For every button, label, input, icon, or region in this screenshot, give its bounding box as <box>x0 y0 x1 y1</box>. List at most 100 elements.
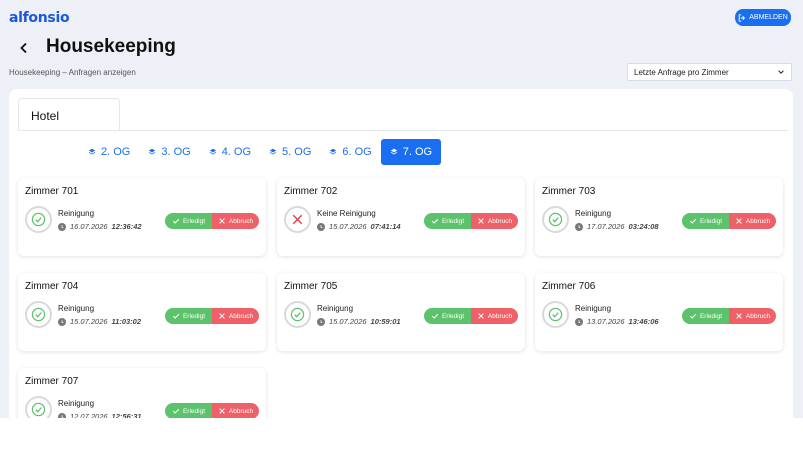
task-label: Reinigung <box>317 304 354 313</box>
task-label: Keine Reinigung <box>317 209 376 218</box>
request-filter-value: Letzte Anfrage pro Zimmer <box>634 67 729 77</box>
cancel-button[interactable]: Abbruch <box>471 213 518 229</box>
request-date: 15.07.2026 <box>329 317 367 326</box>
action-buttons: Erledigt Abbruch <box>682 308 776 324</box>
layers-icon <box>88 148 96 155</box>
task-label: Reinigung <box>58 399 95 408</box>
cancel-label: Abbruch <box>228 312 254 320</box>
back-button[interactable] <box>16 39 32 57</box>
request-time: 11:03:02 <box>111 317 142 326</box>
cancel-label: Abbruch <box>487 217 513 225</box>
floor-label: 7. OG <box>402 146 433 158</box>
clock-icon <box>58 222 66 231</box>
clock-icon <box>58 412 66 418</box>
check-icon <box>31 212 46 227</box>
done-button[interactable]: Erledigt <box>682 213 729 229</box>
room-card: Zimmer 704 Reinigung 15.07.2026 11:03:02… <box>18 273 266 351</box>
clock-icon <box>317 317 325 326</box>
close-icon <box>478 218 484 224</box>
done-button[interactable]: Erledigt <box>165 213 212 229</box>
layers-icon <box>390 148 397 155</box>
request-filter-select[interactable]: Letzte Anfrage pro Zimmer <box>627 63 792 81</box>
done-label: Erledigt <box>182 312 206 320</box>
status-indicator <box>542 206 569 233</box>
close-icon <box>736 218 742 224</box>
check-icon <box>431 218 439 224</box>
tab-floor-2[interactable]: 2. OG <box>79 139 139 165</box>
cancel-button[interactable]: Abbruch <box>212 213 259 229</box>
tab-floor-6[interactable]: 6. OG <box>320 139 380 165</box>
request-date: 17.07.2026 <box>587 222 625 231</box>
check-icon <box>172 408 180 414</box>
clock-icon <box>575 317 583 326</box>
timestamp: 12.07.2026 12:56:31 <box>58 412 142 418</box>
room-card: Zimmer 705 Reinigung 15.07.2026 10:59:01… <box>277 273 525 351</box>
layers-icon <box>330 148 337 155</box>
action-buttons: Erledigt Abbruch <box>424 308 518 324</box>
layers-icon <box>149 148 156 155</box>
cancel-button[interactable]: Abbruch <box>729 213 776 229</box>
room-name: Zimmer 704 <box>25 281 79 292</box>
close-icon <box>219 313 225 319</box>
request-time: 10:59:01 <box>370 317 401 326</box>
cancel-label: Abbruch <box>487 312 513 320</box>
close-icon <box>478 313 484 319</box>
tab-floor-3[interactable]: 3. OG <box>139 139 199 165</box>
floor-label: 2. OG <box>101 146 131 158</box>
done-label: Erledigt <box>441 312 465 320</box>
room-card: Zimmer 701 Reinigung 16.07.2026 12:36:42… <box>18 178 266 256</box>
cancel-button[interactable]: Abbruch <box>212 308 259 324</box>
cancel-button[interactable]: Abbruch <box>729 308 776 324</box>
done-button[interactable]: Erledigt <box>165 308 212 324</box>
floor-label: 6. OG <box>342 146 372 158</box>
tab-hotel[interactable]: Hotel <box>18 98 120 131</box>
tab-floor-7[interactable]: 7. OG <box>380 139 442 165</box>
tab-divider <box>18 130 788 131</box>
close-icon <box>219 408 225 414</box>
done-button[interactable]: Erledigt <box>165 403 212 418</box>
check-icon <box>548 307 563 322</box>
done-button[interactable]: Erledigt <box>682 308 729 324</box>
close-icon <box>219 218 225 224</box>
alfonsio-logo[interactable]: alfonsio <box>9 10 70 26</box>
cancel-label: Abbruch <box>228 217 254 225</box>
done-label: Erledigt <box>182 217 206 225</box>
check-icon <box>31 307 46 322</box>
done-label: Erledigt <box>699 312 723 320</box>
chevron-left-icon <box>20 42 27 54</box>
request-time: 12:56:31 <box>111 412 142 418</box>
logout-icon <box>738 13 746 22</box>
action-buttons: Erledigt Abbruch <box>682 213 776 229</box>
task-label: Reinigung <box>575 209 612 218</box>
cancel-button[interactable]: Abbruch <box>471 308 518 324</box>
request-time: 07:41:14 <box>370 222 401 231</box>
timestamp: 17.07.2026 03:24:08 <box>575 222 659 231</box>
done-button[interactable]: Erledigt <box>424 213 471 229</box>
timestamp: 15.07.2026 07:41:14 <box>317 222 401 231</box>
cancel-button[interactable]: Abbruch <box>212 403 259 418</box>
floor-label: 4. OG <box>221 146 252 158</box>
task-label: Reinigung <box>575 304 612 313</box>
action-buttons: Erledigt Abbruch <box>165 213 259 229</box>
tab-floor-5[interactable]: 5. OG <box>260 139 320 165</box>
cancel-label: Abbruch <box>745 312 771 320</box>
status-indicator <box>542 301 569 328</box>
logout-button[interactable]: ABMELDEN <box>735 9 791 26</box>
room-card: Zimmer 703 Reinigung 17.07.2026 03:24:08… <box>535 178 783 256</box>
done-button[interactable]: Erledigt <box>424 308 471 324</box>
content-panel: Hotel 2. OG 3. OG 4. OG 5. OG 6. OG 7. OG Zim… <box>9 89 793 418</box>
breadcrumb: Housekeeping – Anfragen anzeigen <box>9 68 136 77</box>
status-indicator <box>284 206 311 233</box>
room-name: Zimmer 706 <box>542 281 596 292</box>
request-date: 15.07.2026 <box>329 222 367 231</box>
room-name: Zimmer 701 <box>25 186 79 197</box>
request-date: 12.07.2026 <box>70 412 108 418</box>
layers-icon <box>209 148 216 155</box>
floor-tabs: 2. OG 3. OG 4. OG 5. OG 6. OG 7. OG <box>79 139 442 165</box>
cancel-label: Abbruch <box>745 217 771 225</box>
request-date: 15.07.2026 <box>70 317 108 326</box>
check-icon <box>31 402 46 417</box>
check-icon <box>172 218 180 224</box>
status-indicator <box>25 206 52 233</box>
tab-floor-4[interactable]: 4. OG <box>200 139 260 165</box>
